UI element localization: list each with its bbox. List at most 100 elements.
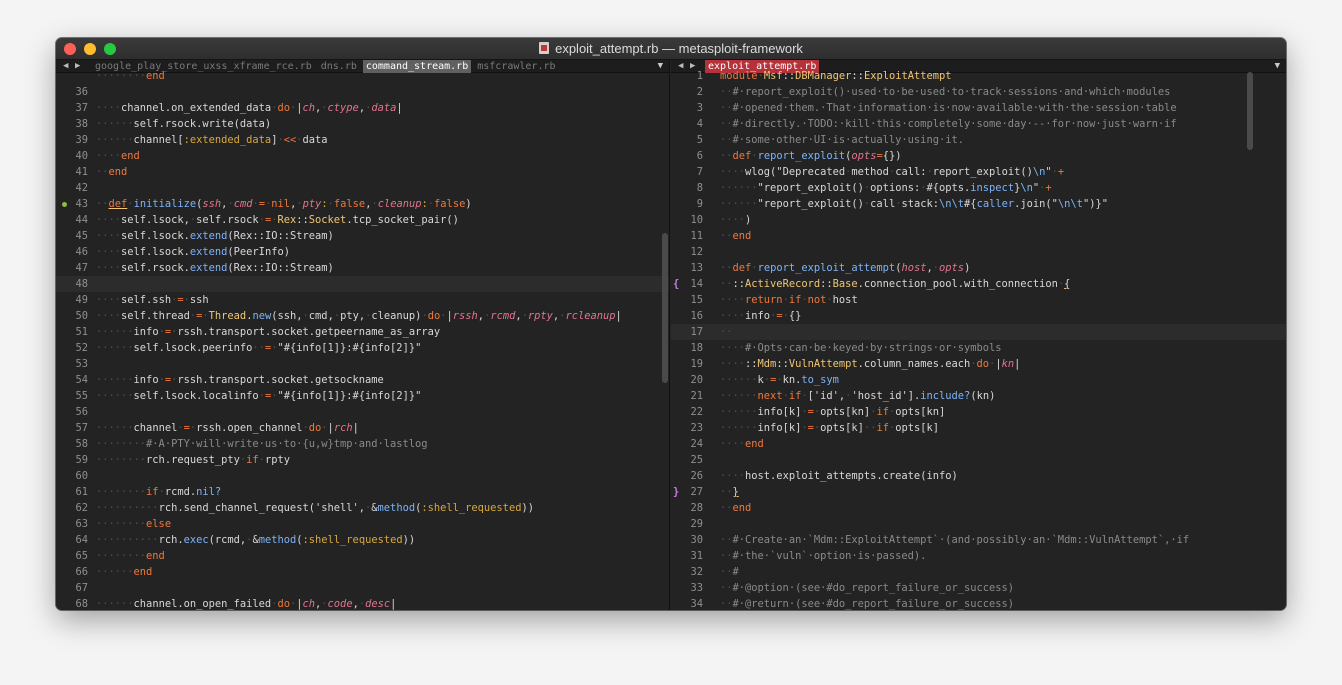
code-line[interactable]: ········end xyxy=(56,68,669,84)
code-line[interactable]: 23 ······info[k]·=·opts[k]··if·opts[k] xyxy=(671,420,1286,436)
code-line[interactable]: 39 ······channel[:extended_data]·<<·data xyxy=(56,132,669,148)
code-line[interactable]: 51 ······info·=·rssh.transport.socket.get… xyxy=(56,324,669,340)
left-scrollbar[interactable] xyxy=(662,233,668,383)
code-line[interactable]: 30 ··#·Create·an·`Mdm::ExploitAttempt`·(a… xyxy=(671,532,1286,548)
code-line[interactable]: 8 ······"report_exploit()·options:·#{opts… xyxy=(671,180,1286,196)
code-line[interactable]: 67 xyxy=(56,580,669,596)
right-code-area[interactable]: 1 module·Msf::DBManager::ExploitAttempt 2 ·… xyxy=(671,70,1286,610)
code-text: ·· xyxy=(720,326,733,338)
line-number: 16 xyxy=(690,310,703,322)
left-editor-pane[interactable]: ◀ ▶ google_play_store_uxss_xframe_rce.rb… xyxy=(56,60,670,610)
code-line[interactable]: 53 xyxy=(56,356,669,372)
code-line[interactable]: 15 ····return·if·not·host xyxy=(671,292,1286,308)
code-line[interactable]: 17 ·· xyxy=(671,324,1286,340)
code-line[interactable]: 64 ··········rch.exec(rcmd,·&method(:shel… xyxy=(56,532,669,548)
code-line[interactable]: 25 xyxy=(671,452,1286,468)
code-line[interactable]: 20 ······k·=·kn.to_sym xyxy=(671,372,1286,388)
code-line[interactable]: 4 ··#·directly.·TODO:·kill·this·completel… xyxy=(671,116,1286,132)
code-line[interactable]: 2 ··#·report_exploit()·used·to·be·used·to… xyxy=(671,84,1286,100)
code-line[interactable]: 44 ····self.lsock,·self.rsock·=·Rex::Sock… xyxy=(56,212,669,228)
code-line[interactable]: 22 ······info[k]·=·opts[kn]·if·opts[kn] xyxy=(671,404,1286,420)
code-line[interactable]: 14{··::ActiveRecord::Base.connection_poo… xyxy=(671,276,1286,292)
code-line[interactable]: 60 xyxy=(56,468,669,484)
code-line[interactable]: 40 ····end xyxy=(56,148,669,164)
line-number: 15 xyxy=(690,294,703,306)
code-line[interactable]: 7 ····wlog("Deprecated·method·call:·repor… xyxy=(671,164,1286,180)
code-line[interactable]: 27} ··} xyxy=(671,484,1286,500)
line-number: 20 xyxy=(690,374,703,386)
left-code-area[interactable]: ········end 36 37 ····channel.on_extended_d… xyxy=(56,70,669,610)
code-text: ····) xyxy=(720,214,752,226)
line-number: 53 xyxy=(75,358,88,370)
code-line[interactable]: 6 ··def·report_exploit(opts={}) xyxy=(671,148,1286,164)
code-line[interactable]: 50 ····self.thread·=·Thread.new(ssh,·cmd,… xyxy=(56,308,669,324)
line-number: 41 xyxy=(75,166,88,178)
right-scrollbar[interactable] xyxy=(1247,72,1253,150)
code-text: ······info[k]·=·opts[k]··if·opts[k] xyxy=(720,422,940,434)
code-line[interactable]: 1 module·Msf::DBManager::ExploitAttempt xyxy=(671,68,1286,84)
code-line[interactable]: 58 ········#·A·PTY·will·write·us·to·{u,w}… xyxy=(56,436,669,452)
code-line[interactable]: 3 ··#·opened·them.·That·information·is·no… xyxy=(671,100,1286,116)
code-line[interactable]: 24 ····end xyxy=(671,436,1286,452)
code-text: ······end xyxy=(96,566,153,578)
code-line[interactable]: 37 ····channel.on_extended_data·do·|ch,·c… xyxy=(56,100,669,116)
code-line[interactable]: 41 ··end xyxy=(56,164,669,180)
code-text: ····wlog("Deprecated·method·call:·report… xyxy=(720,166,1065,178)
code-line[interactable]: 43 ··def·initialize(ssh,·cmd·=·nil,·pty:·… xyxy=(56,196,669,212)
code-line[interactable]: 57 ······channel·=·rssh.open_channel·do·|… xyxy=(56,420,669,436)
code-line[interactable]: 34 ··#·@return·(see·#do_report_failure_or… xyxy=(671,596,1286,610)
code-line[interactable]: 19 ····::Mdm::VulnAttempt.column_names.ea… xyxy=(671,356,1286,372)
code-line[interactable]: 46 ····self.lsock.extend(PeerInfo) xyxy=(56,244,669,260)
line-number: 4 xyxy=(696,118,703,130)
code-line[interactable]: 48 xyxy=(56,276,669,292)
code-line[interactable]: 59 ········rch.request_pty·if·rpty xyxy=(56,452,669,468)
code-line[interactable]: 10 ····) xyxy=(671,212,1286,228)
line-number: 2 xyxy=(696,86,703,98)
code-line[interactable]: 33 ··#·@option·(see·#do_report_failure_or… xyxy=(671,580,1286,596)
line-number: 50 xyxy=(75,310,88,322)
line-number: 28 xyxy=(690,502,703,514)
code-line[interactable]: 54 ······info·=·rssh.transport.socket.get… xyxy=(56,372,669,388)
git-change-dot-icon xyxy=(62,202,67,207)
code-line[interactable]: 26 ····host.exploit_attempts.create(info) xyxy=(671,468,1286,484)
code-line[interactable]: 56 xyxy=(56,404,669,420)
code-text: ····info·=·{} xyxy=(720,310,802,322)
line-number: 47 xyxy=(75,262,88,274)
code-line[interactable]: 13 ··def·report_exploit_attempt(host,·opt… xyxy=(671,260,1286,276)
line-number: 66 xyxy=(75,566,88,578)
code-line[interactable]: 38 ······self.rsock.write(data) xyxy=(56,116,669,132)
code-line[interactable]: 9 ······"report_exploit()·call·stack:\n\t… xyxy=(671,196,1286,212)
code-text: ····channel.on_extended_data·do·|ch,·cty… xyxy=(96,102,403,114)
code-line[interactable]: 61 ········if·rcmd.nil? xyxy=(56,484,669,500)
code-line[interactable]: 49 ····self.ssh·=·ssh xyxy=(56,292,669,308)
line-number: 30 xyxy=(690,534,703,546)
code-line[interactable]: 36 xyxy=(56,84,669,100)
code-line[interactable]: 65 ········end xyxy=(56,548,669,564)
line-number: 45 xyxy=(75,230,88,242)
code-line[interactable]: 18 ····#·Opts·can·be·keyed·by·strings·or·… xyxy=(671,340,1286,356)
code-text: ··········rch.exec(rcmd,·&method(:shell_… xyxy=(96,534,416,546)
code-line[interactable]: 31 ··#·the·`vuln`·option·is·passed). xyxy=(671,548,1286,564)
code-line[interactable]: 12 xyxy=(671,244,1286,260)
code-line[interactable]: 68 ······channel.on_open_failed·do·|ch,·c… xyxy=(56,596,669,610)
code-line[interactable]: 29 xyxy=(671,516,1286,532)
code-text: ····end xyxy=(720,438,764,450)
code-line[interactable]: 11 ··end xyxy=(671,228,1286,244)
code-line[interactable]: 21 ······next·if·['id',·'host_id'].includ… xyxy=(671,388,1286,404)
code-line[interactable]: 62 ··········rch.send_channel_request('sh… xyxy=(56,500,669,516)
line-number: 61 xyxy=(75,486,88,498)
line-number: 18 xyxy=(690,342,703,354)
code-line[interactable]: 42 xyxy=(56,180,669,196)
code-line[interactable]: 45 ····self.lsock.extend(Rex::IO::Stream) xyxy=(56,228,669,244)
right-editor-pane[interactable]: ◀ ▶ exploit_attempt.rb ▼ 1 module·Msf::DB… xyxy=(671,60,1286,610)
code-line[interactable]: 52 ······self.lsock.peerinfo··=·"#{info[1… xyxy=(56,340,669,356)
code-line[interactable]: 63 ········else xyxy=(56,516,669,532)
code-line[interactable]: 55 ······self.lsock.localinfo·=·"#{info[1… xyxy=(56,388,669,404)
code-line[interactable]: 28 ··end xyxy=(671,500,1286,516)
code-line[interactable]: 47 ····self.rsock.extend(Rex::IO::Stream) xyxy=(56,260,669,276)
code-line[interactable]: 66 ······end xyxy=(56,564,669,580)
code-line[interactable]: 16 ····info·=·{} xyxy=(671,308,1286,324)
code-line[interactable]: 32 ··# xyxy=(671,564,1286,580)
code-line[interactable]: 5 ··#·some·other·UI·is·actually·using·it. xyxy=(671,132,1286,148)
line-number: 59 xyxy=(75,454,88,466)
